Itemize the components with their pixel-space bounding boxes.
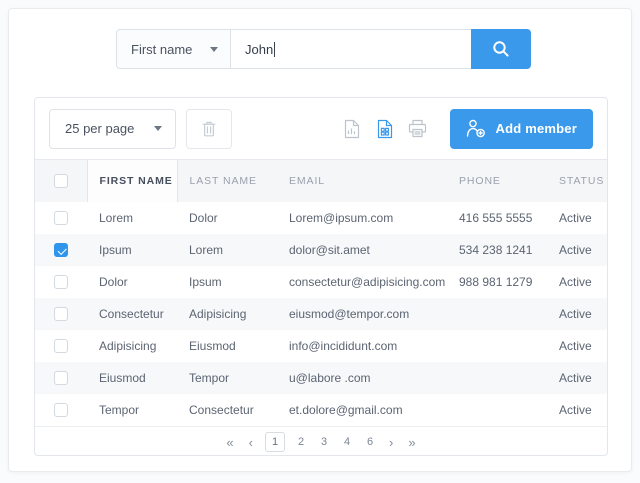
- column-header-first-name[interactable]: FIRST NAME: [87, 160, 177, 202]
- row-checkbox[interactable]: [54, 211, 68, 225]
- cell-first-name: Eiusmod: [87, 362, 177, 394]
- page-button-3[interactable]: 3: [317, 436, 331, 448]
- page-button-2[interactable]: 2: [294, 436, 308, 448]
- cell-status: Active: [547, 266, 607, 298]
- select-all-checkbox[interactable]: [54, 174, 68, 188]
- cell-phone: [447, 362, 547, 394]
- row-checkbox[interactable]: [54, 339, 68, 353]
- table-body: LoremDolorLorem@ipsum.com416 555 5555Act…: [35, 202, 607, 426]
- page-button-6[interactable]: 6: [363, 436, 377, 448]
- cell-status: Active: [547, 394, 607, 426]
- file-chart-icon: [344, 119, 360, 139]
- cell-last-name: Adipisicing: [177, 298, 277, 330]
- export-grid-button[interactable]: [372, 116, 398, 142]
- cell-email: eiusmod@tempor.com: [277, 298, 447, 330]
- cell-phone: 416 555 5555: [447, 202, 547, 234]
- chevron-down-icon: [210, 47, 218, 52]
- next-page-button[interactable]: ›: [386, 435, 396, 450]
- text-cursor: [274, 42, 275, 57]
- table-row[interactable]: ConsecteturAdipisicingeiusmod@tempor.com…: [35, 298, 607, 330]
- table-toolbar: 25 per page: [35, 98, 607, 160]
- print-button[interactable]: [405, 116, 431, 142]
- cell-email: dolor@sit.amet: [277, 234, 447, 266]
- table-row[interactable]: AdipisicingEiusmodinfo@incididunt.com Act…: [35, 330, 607, 362]
- search-query-text: John: [245, 42, 273, 57]
- cell-email: info@incididunt.com: [277, 330, 447, 362]
- cell-status: Active: [547, 234, 607, 266]
- cell-status: Active: [547, 202, 607, 234]
- cell-email: Lorem@ipsum.com: [277, 202, 447, 234]
- row-checkbox[interactable]: [54, 243, 68, 257]
- column-header-phone[interactable]: PHONE: [447, 160, 547, 202]
- row-checkbox[interactable]: [54, 275, 68, 289]
- search-icon: [491, 39, 511, 59]
- page-button-4[interactable]: 4: [340, 436, 354, 448]
- export-report-button[interactable]: [339, 116, 365, 142]
- column-header-email[interactable]: EMAIL: [277, 160, 447, 202]
- page-button-1[interactable]: 1: [265, 432, 285, 452]
- members-table: FIRST NAME LAST NAME EMAIL PHONE STATUS …: [35, 160, 607, 426]
- add-member-button[interactable]: Add member: [450, 109, 593, 149]
- pagination: « ‹ 12346 › »: [35, 426, 607, 456]
- per-page-value: 25 per page: [65, 121, 134, 136]
- cell-last-name: Dolor: [177, 202, 277, 234]
- printer-icon: [408, 119, 427, 138]
- cell-status: Active: [547, 330, 607, 362]
- members-card: First name John 25 per page: [8, 8, 632, 472]
- table-row[interactable]: LoremDolorLorem@ipsum.com416 555 5555Act…: [35, 202, 607, 234]
- search-button[interactable]: [471, 29, 531, 69]
- cell-status: Active: [547, 298, 607, 330]
- cell-last-name: Tempor: [177, 362, 277, 394]
- table-row[interactable]: DolorIpsumconsectetur@adipisicing.com988…: [35, 266, 607, 298]
- search-input[interactable]: John: [231, 29, 471, 69]
- cell-phone: 988 981 1279: [447, 266, 547, 298]
- per-page-dropdown[interactable]: 25 per page: [49, 109, 176, 149]
- row-checkbox[interactable]: [54, 403, 68, 417]
- row-checkbox[interactable]: [54, 371, 68, 385]
- cell-last-name: Consectetur: [177, 394, 277, 426]
- column-header-last-name[interactable]: LAST NAME: [177, 160, 277, 202]
- table-row[interactable]: IpsumLoremdolor@sit.amet534 238 1241Acti…: [35, 234, 607, 266]
- cell-email: et.dolore@gmail.com: [277, 394, 447, 426]
- search-field-dropdown[interactable]: First name: [116, 29, 231, 69]
- cell-phone: [447, 330, 547, 362]
- search-bar: First name John: [116, 29, 531, 69]
- first-page-button[interactable]: «: [223, 435, 236, 450]
- cell-last-name: Ipsum: [177, 266, 277, 298]
- cell-last-name: Eiusmod: [177, 330, 277, 362]
- cell-first-name: Ipsum: [87, 234, 177, 266]
- cell-phone: 534 238 1241: [447, 234, 547, 266]
- cell-phone: [447, 394, 547, 426]
- table-row[interactable]: EiusmodTemporu@labore .com Active: [35, 362, 607, 394]
- last-page-button[interactable]: »: [405, 435, 418, 450]
- cell-email: consectetur@adipisicing.com: [277, 266, 447, 298]
- row-checkbox[interactable]: [54, 307, 68, 321]
- column-header-status[interactable]: STATUS: [547, 160, 607, 202]
- search-field-value: First name: [131, 42, 192, 57]
- cell-first-name: Dolor: [87, 266, 177, 298]
- trash-icon: [201, 120, 217, 138]
- table-header-row: FIRST NAME LAST NAME EMAIL PHONE STATUS: [35, 160, 607, 202]
- person-plus-icon: [466, 119, 486, 138]
- table-row[interactable]: TemporConsecteturet.dolore@gmail.com Acti…: [35, 394, 607, 426]
- cell-first-name: Lorem: [87, 202, 177, 234]
- cell-last-name: Lorem: [177, 234, 277, 266]
- chevron-down-icon: [154, 126, 162, 131]
- prev-page-button[interactable]: ‹: [246, 435, 256, 450]
- cell-first-name: Adipisicing: [87, 330, 177, 362]
- cell-email: u@labore .com: [277, 362, 447, 394]
- cell-first-name: Tempor: [87, 394, 177, 426]
- members-table-container: 25 per page: [34, 97, 608, 456]
- cell-status: Active: [547, 362, 607, 394]
- delete-button[interactable]: [186, 109, 232, 149]
- cell-first-name: Consectetur: [87, 298, 177, 330]
- add-member-label: Add member: [496, 121, 577, 136]
- cell-phone: [447, 298, 547, 330]
- file-grid-icon: [377, 119, 393, 139]
